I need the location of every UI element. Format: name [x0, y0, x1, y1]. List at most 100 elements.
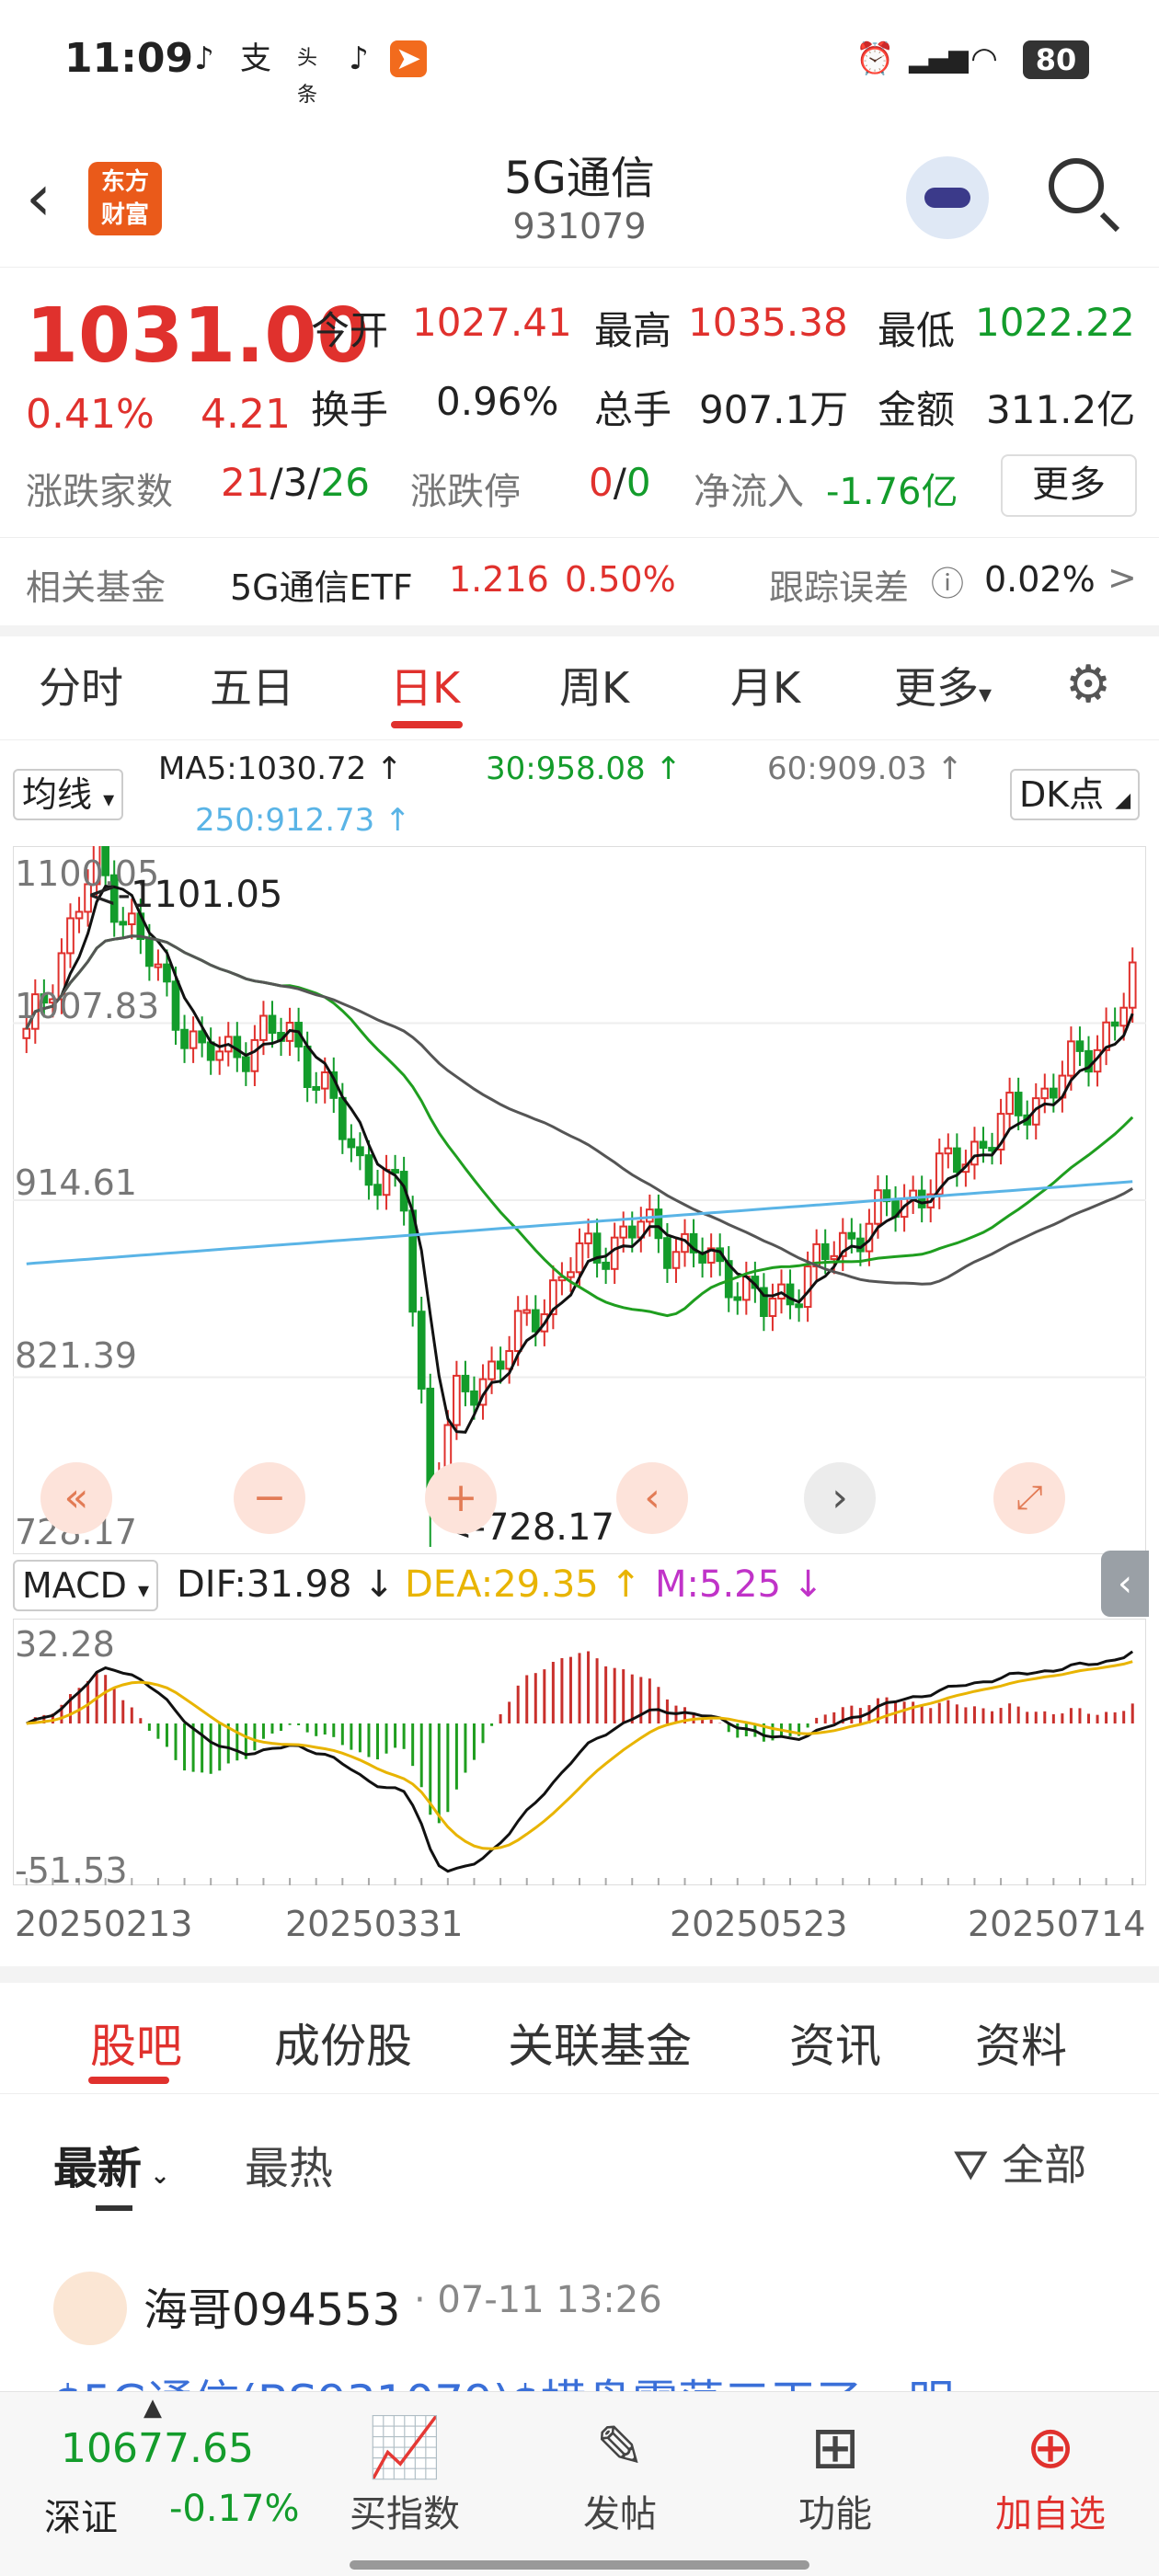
assistant-icon[interactable] — [906, 156, 989, 239]
tab-news[interactable]: 资讯 — [789, 2009, 881, 2076]
tab-related-funds[interactable]: 关联基金 — [508, 2009, 692, 2076]
candle — [531, 1309, 540, 1333]
candle — [654, 1208, 663, 1240]
collapse-panel-icon[interactable]: ‹ — [1101, 1551, 1149, 1617]
wifi-icon: ◠ — [970, 40, 998, 77]
buy-index-button[interactable]: 📈 买指数 — [331, 2412, 478, 2537]
x-tick-label: 20250714 — [968, 1904, 1146, 1944]
open-value: 1027.41 — [412, 300, 572, 345]
more-button[interactable]: 更多 — [1001, 454, 1137, 517]
candle — [206, 1041, 215, 1061]
x-tick-label: 20250213 — [15, 1904, 193, 1944]
dk-point-button[interactable]: DK点 ◢ — [1010, 769, 1141, 820]
x-tick-label: 20250331 — [285, 1904, 464, 1944]
tab-5day[interactable]: 五日 — [210, 655, 294, 716]
candlestick-chart[interactable] — [13, 846, 1146, 1554]
candle — [1049, 1087, 1058, 1099]
candle — [1128, 961, 1137, 1009]
zoom-in-icon[interactable]: + — [425, 1462, 497, 1534]
candle — [417, 1311, 426, 1390]
candle — [215, 1050, 224, 1061]
divider — [0, 2093, 1159, 2094]
functions-button[interactable]: ⊞ 功能 — [762, 2412, 909, 2537]
app-icon: ➤ — [390, 40, 427, 77]
caret-up-icon: ▲ — [143, 2394, 162, 2421]
divider — [0, 625, 1159, 636]
add-circle-icon: ⊕ — [1026, 2414, 1075, 2482]
candle — [347, 1138, 356, 1149]
index-value[interactable]: 10677.65 — [61, 2425, 254, 2472]
bottom-nav: ▲ 10677.65 深证 -0.17% 📈 买指数 ✎ 发帖 ⊞ 功能 ⊕ 加自选 — [0, 2391, 1159, 2576]
track-value: 0.02% — [984, 559, 1096, 600]
candle — [242, 1056, 250, 1072]
home-indicator — [350, 2560, 809, 2570]
candle — [1014, 1092, 1023, 1116]
add-watchlist-button[interactable]: ⊕ 加自选 — [977, 2412, 1124, 2537]
tab-profile[interactable]: 资料 — [975, 2009, 1067, 2076]
candle — [820, 1242, 830, 1261]
limit-label: 涨跌停 — [410, 471, 521, 513]
netflow-value: -1.76亿 — [826, 471, 958, 513]
low-label: 最低 — [878, 308, 956, 353]
toutiao-icon: 头条 — [296, 47, 317, 107]
candle — [259, 1014, 268, 1041]
active-tab-indicator — [391, 721, 463, 728]
candle — [373, 1184, 382, 1196]
avatar[interactable] — [53, 2272, 127, 2345]
candle — [610, 1236, 619, 1270]
candle — [1110, 1021, 1119, 1027]
tab-forum[interactable]: 股吧 — [90, 2009, 182, 2076]
change-pct: 0.41% — [26, 391, 155, 438]
candle — [917, 1189, 926, 1208]
candle — [979, 1140, 988, 1150]
tab-latest[interactable]: 最新 ⌄ — [53, 2132, 170, 2196]
post-username[interactable]: 海哥094553 — [143, 2273, 400, 2338]
candle — [1040, 1087, 1050, 1100]
tiktok-icon: ♪ — [194, 40, 214, 77]
candle — [953, 1147, 961, 1174]
updown-label: 涨跌家数 — [26, 471, 173, 513]
candle — [768, 1297, 777, 1317]
divider — [0, 739, 1159, 740]
active-tab-indicator — [96, 2205, 132, 2211]
tab-monthly-k[interactable]: 月K — [730, 655, 800, 716]
fund-name[interactable]: 5G通信ETF — [230, 559, 413, 610]
filter-button[interactable]: ⛛ 全部 — [953, 2132, 1086, 2192]
tab-weekly-k[interactable]: 周K — [559, 655, 629, 716]
candle — [154, 963, 163, 968]
candle — [488, 1360, 496, 1380]
battery-icon: 80 — [1023, 40, 1089, 79]
header: ‹ 东方 财富 5G通信 931079 — [0, 129, 1159, 268]
macd-select[interactable]: MACD ▾ — [13, 1560, 159, 1611]
candle — [619, 1225, 628, 1239]
filter-icon: ⛛ — [953, 2140, 989, 2190]
tab-hot[interactable]: 最热 — [245, 2132, 333, 2196]
fullscreen-icon[interactable]: ⤢ — [993, 1462, 1065, 1534]
candle — [250, 1038, 259, 1072]
candle — [803, 1265, 812, 1309]
gear-icon[interactable]: ⚙ — [1065, 655, 1111, 715]
fund-price: 1.216 — [449, 559, 549, 600]
ma-select[interactable]: 均线 ▾ — [13, 769, 124, 820]
status-time: 11:09 — [64, 35, 194, 82]
scroll-left-fast-icon[interactable]: « — [40, 1462, 112, 1534]
high-annotation: <-1101.05 — [86, 874, 283, 916]
tab-more[interactable]: 更多▾ — [894, 655, 992, 716]
chevron-right-icon[interactable]: › — [804, 1462, 876, 1534]
candle — [970, 1140, 979, 1166]
tab-intraday[interactable]: 分时 — [39, 655, 123, 716]
chevron-right-icon[interactable]: > — [1107, 557, 1137, 598]
candle — [364, 1154, 373, 1186]
status-bar: 11:09 ♪ 支 头条 ♪ ➤ ⏰ ▂▄▆ ◠ 80 — [0, 0, 1159, 120]
candle — [575, 1242, 584, 1274]
candle — [66, 917, 75, 955]
chevron-left-icon[interactable]: ‹ — [616, 1462, 688, 1534]
post-button[interactable]: ✎ 发帖 — [546, 2412, 694, 2537]
help-icon[interactable]: ⓘ — [931, 557, 964, 605]
candle — [795, 1303, 803, 1309]
tab-constituents[interactable]: 成份股 — [274, 2009, 412, 2076]
search-icon[interactable] — [1049, 158, 1104, 213]
tab-daily-k[interactable]: 日K — [390, 655, 460, 716]
zoom-out-icon[interactable]: − — [234, 1462, 305, 1534]
divider — [0, 1966, 1159, 1983]
